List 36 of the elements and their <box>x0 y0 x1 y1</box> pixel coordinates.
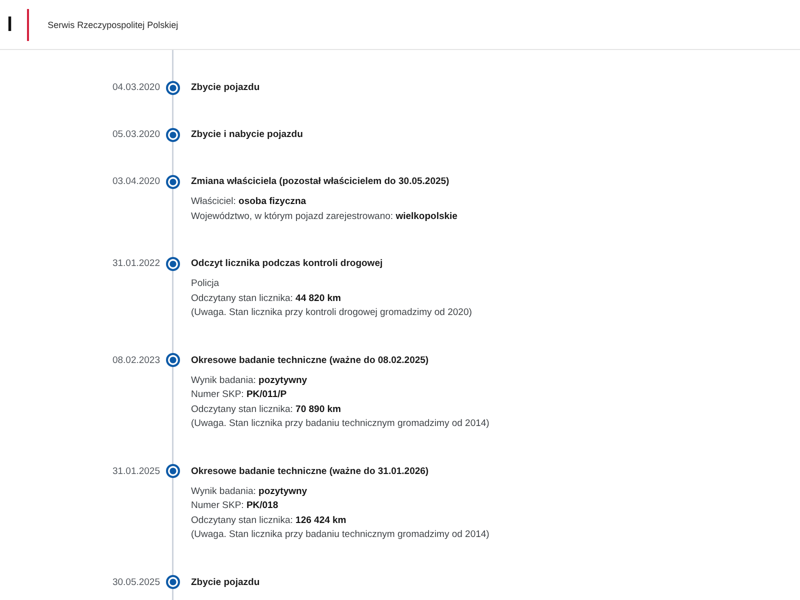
event-detail: (Uwaga. Stan licznika przy badaniu technicznym gromadzimy od 2014) <box>191 417 490 431</box>
event-detail: Numer SKP: PK/018 <box>191 499 280 513</box>
event-title: Zbycie pojazdu <box>190 81 261 95</box>
event-date: 05.03.2020 <box>111 128 160 142</box>
event-detail: Odczytany stan licznika: 126 424 km <box>191 514 348 528</box>
timeline-marker-icon <box>166 128 180 142</box>
event-date: 31.01.2022 <box>111 257 160 271</box>
timeline-marker-icon <box>166 464 180 478</box>
timeline-marker-icon <box>166 353 180 367</box>
event-title: Okresowe badanie techniczne (ważne do 08.02.2025) <box>190 354 430 368</box>
service-name: Serwis Rzeczypospolitej Polskiej <box>48 20 178 30</box>
event-detail: Numer SKP: PK/011/P <box>191 388 288 402</box>
event-detail: Odczytany stan licznika: 70 890 km <box>191 402 342 416</box>
event-date: 04.03.2020 <box>111 81 160 95</box>
timeline-marker-icon <box>166 80 180 94</box>
event-date: 03.04.2020 <box>111 175 160 189</box>
timeline-marker-icon <box>166 174 180 188</box>
event-title: Zbycie pojazdu <box>190 576 261 590</box>
event-detail: Policja <box>191 277 220 291</box>
event-title: Zbycie i nabycie pojazdu <box>190 128 304 142</box>
event-detail: Odczytany stan licznika: 44 820 km <box>191 292 342 306</box>
event-date: 30.05.2025 <box>111 576 160 590</box>
timeline-marker-icon <box>166 575 180 589</box>
event-title: Zmiana właściciela (pozostał właścicielem do 30.05.2025) <box>190 175 450 189</box>
event-detail: Właściciel: osoba fizyczna <box>191 195 308 209</box>
logo-text[interactable]: l <box>7 14 13 34</box>
event-title: Okresowe badanie techniczne (ważne do 31.01.2026) <box>190 464 430 478</box>
event-detail: Województwo, w którym pojazd zarejestrowano: wielkopolskie <box>191 210 458 224</box>
event-detail: Wynik badania: pozytywny <box>191 374 308 388</box>
event-detail: Wynik badania: pozytywny <box>191 484 308 498</box>
event-detail: (Uwaga. Stan licznika przy kontroli drogowej gromadzimy od 2020) <box>191 306 473 320</box>
event-title: Odczyt licznika podczas kontroli drogowej <box>190 257 384 271</box>
event-date: 08.02.2023 <box>111 354 160 368</box>
event-date: 31.01.2025 <box>111 464 160 478</box>
event-detail: (Uwaga. Stan licznika przy badaniu technicznym gromadzimy od 2014) <box>191 528 490 542</box>
timeline-marker-icon <box>166 256 180 270</box>
